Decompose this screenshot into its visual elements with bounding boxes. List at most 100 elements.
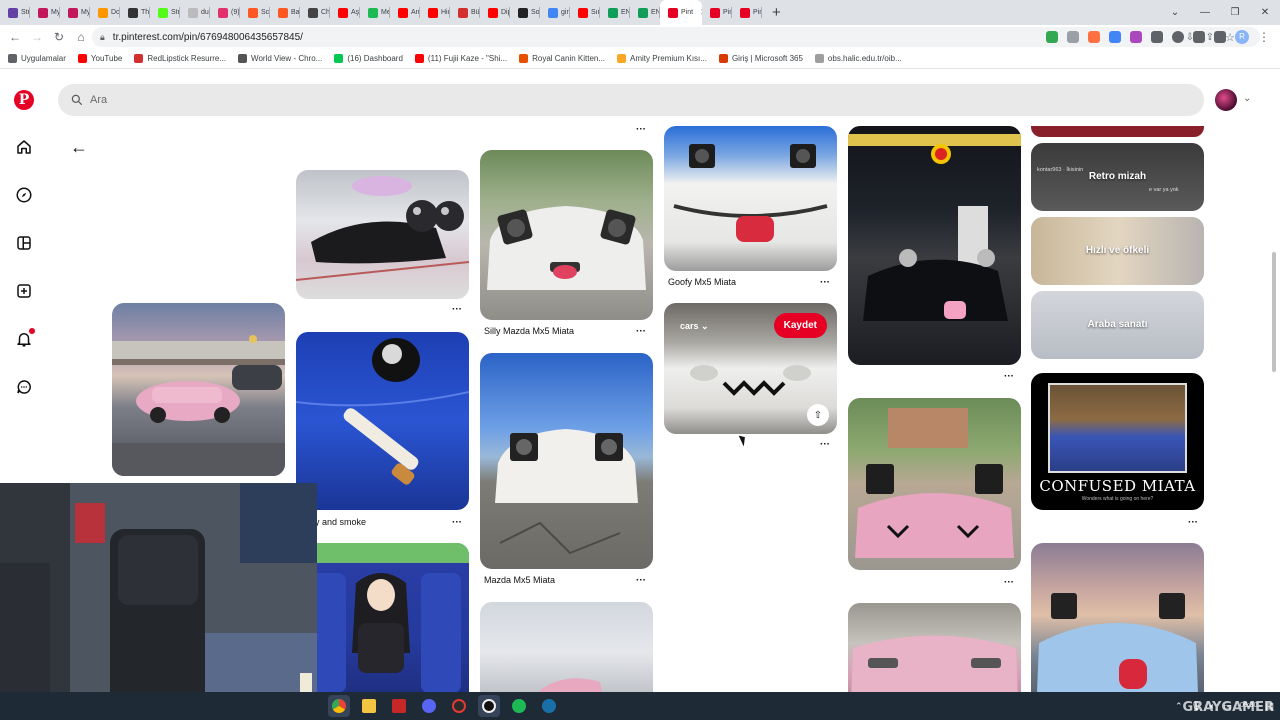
forward-arrow-icon[interactable]: → — [26, 30, 48, 44]
pin-confused-miata[interactable]: CONFUSED MIATA Wonders what is going on … — [1031, 373, 1204, 510]
browser-tab[interactable]: Pinte — [732, 0, 762, 25]
new-tab-icon[interactable]: + — [762, 4, 791, 21]
chrome-icon[interactable] — [328, 695, 350, 717]
save-button[interactable]: Kaydet — [773, 313, 827, 338]
browser-tab[interactable]: Mer — [360, 0, 390, 25]
spotify-icon[interactable] — [508, 695, 530, 717]
profile-avatar[interactable]: R — [1235, 30, 1249, 44]
pin-options-icon[interactable]: ··· — [1004, 371, 1014, 382]
close-window-icon[interactable]: ✕ — [1250, 7, 1280, 18]
pin-pink-miata-lot[interactable] — [480, 602, 653, 692]
pin-white-miata-tongue[interactable] — [664, 126, 837, 271]
pin-options-icon[interactable]: ··· — [452, 304, 462, 315]
lock-icon[interactable]: 🔒︎ — [100, 32, 105, 43]
pin-pink-miata-house[interactable] — [848, 398, 1021, 570]
browser-tab[interactable]: Anne — [390, 0, 420, 25]
pin-anime-bus-seat[interactable] — [296, 543, 469, 692]
kebab-menu-icon[interactable]: ⋮ — [1258, 30, 1270, 44]
bookmark-item[interactable]: Giriş | Microsoft 365 — [718, 54, 803, 63]
bookmark-item[interactable]: Amity Premium Kısı... — [617, 54, 707, 63]
back-arrow-icon[interactable]: ← — [70, 137, 88, 158]
browser-tab[interactable]: Pinte — [702, 0, 732, 25]
home-icon[interactable] — [14, 137, 34, 157]
browser-tab[interactable]: My F — [30, 0, 60, 25]
discord-icon[interactable] — [418, 695, 440, 717]
browser-tab[interactable]: The — [120, 0, 150, 25]
pin-pink-skyline[interactable] — [848, 603, 1021, 692]
search-input[interactable]: Ara — [58, 84, 1204, 116]
file-explorer-icon[interactable] — [358, 695, 380, 717]
reload-icon[interactable]: ↻ — [48, 30, 70, 44]
obs-icon[interactable] — [478, 695, 500, 717]
create-plus-icon[interactable] — [14, 281, 34, 301]
pin-white-miata-teeth-hovered[interactable]: cars ⌄ Kaydet ⇧ — [664, 303, 837, 434]
bookmark-item[interactable]: (16) Dashboard — [334, 54, 403, 63]
browser-tab[interactable]: Bara — [270, 0, 300, 25]
pin-red-top[interactable] — [1031, 126, 1204, 137]
user-avatar[interactable] — [1215, 89, 1237, 111]
extension-icon[interactable] — [1109, 31, 1121, 43]
pin-black-miata-shell-station[interactable] — [848, 126, 1021, 365]
bookmark-item[interactable]: YouTube — [77, 54, 122, 63]
pin-pink-miata-gas-station[interactable] — [112, 303, 285, 476]
pin-title[interactable]: ry and smoke — [312, 517, 366, 527]
extension-icon[interactable] — [1088, 31, 1100, 43]
pin-options-icon[interactable]: ··· — [820, 277, 830, 288]
page-scrollbar[interactable] — [1272, 252, 1276, 372]
browser-tab[interactable]: Aşk — [330, 0, 360, 25]
steam-icon[interactable] — [538, 695, 560, 717]
pin-options-icon[interactable]: ··· — [1188, 517, 1198, 528]
bookmark-item[interactable]: RedLipstick Resurre... — [134, 54, 226, 63]
browser-tab[interactable]: My F — [60, 0, 90, 25]
pin-options-icon[interactable]: ··· — [636, 326, 646, 337]
pin-title[interactable]: Goofy Mx5 Miata — [668, 277, 736, 287]
pin-blue-miata-cigarette[interactable] — [296, 332, 469, 510]
sidebar-icon[interactable] — [1214, 31, 1226, 43]
puzzle-extensions-icon[interactable] — [1151, 31, 1163, 43]
browser-tab[interactable]: Chat — [300, 0, 330, 25]
pin-options-icon[interactable]: ··· — [1004, 577, 1014, 588]
chevron-up-icon[interactable]: ⌃ — [1175, 701, 1183, 712]
bookmark-item[interactable]: (11) Fujii Kaze - "Shi... — [414, 54, 507, 63]
pin-blue-miata-tongue[interactable] — [1031, 543, 1204, 692]
browser-tab[interactable]: Sou — [510, 0, 540, 25]
back-arrow-icon[interactable]: ← — [4, 30, 26, 44]
browser-tab[interactable]: giris — [540, 0, 570, 25]
browser-tab[interactable]: Dipt — [480, 0, 510, 25]
extension-icon[interactable] — [1067, 31, 1079, 43]
bookmark-item[interactable]: Royal Canin Kitten... — [519, 54, 605, 63]
browser-tab[interactable]: EN I — [630, 0, 660, 25]
board-name[interactable]: cars — [680, 321, 699, 331]
messages-icon[interactable] — [14, 377, 34, 397]
address-url[interactable]: tr.pinterest.com/pin/676948006435657845/ — [113, 32, 303, 43]
minimize-icon[interactable]: — — [1190, 7, 1220, 18]
browser-tab[interactable]: Strip — [0, 0, 30, 25]
extension-icon[interactable] — [1130, 31, 1142, 43]
pin-hizli-ve-ofkeli[interactable]: Hızlı ve öfkeli — [1031, 217, 1204, 285]
bookmark-item[interactable]: World View - Chro... — [238, 54, 322, 63]
browser-tab[interactable]: EN I — [600, 0, 630, 25]
browser-tab[interactable]: Pint✕ — [660, 0, 702, 25]
shield-extension-icon[interactable] — [1046, 31, 1058, 43]
pin-title[interactable]: Silly Mazda Mx5 Miata — [484, 326, 574, 336]
explore-compass-icon[interactable] — [14, 185, 34, 205]
home-icon[interactable]: ⌂ — [70, 30, 92, 44]
tab-search-icon[interactable]: ⌄ — [1160, 7, 1190, 18]
pin-retro-mizah[interactable]: kontar963 · İkisinin e var ya yok Retro … — [1031, 143, 1204, 211]
download-icon[interactable] — [1193, 31, 1205, 43]
bookmark-item[interactable]: obs.halic.edu.tr/oib... — [814, 54, 902, 63]
pin-options-icon[interactable]: ··· — [820, 439, 830, 450]
pinterest-logo-icon[interactable]: P — [14, 90, 34, 110]
board-selector[interactable]: cars ⌄ — [680, 321, 709, 332]
maximize-icon[interactable]: ❐ — [1220, 7, 1250, 18]
pin-title[interactable]: Mazda Mx5 Miata — [484, 575, 555, 585]
browser-tab[interactable]: Schv — [240, 0, 270, 25]
share-upload-icon[interactable]: ⇧ — [807, 404, 829, 426]
browser-tab[interactable]: Sıra — [570, 0, 600, 25]
boards-icon[interactable] — [14, 233, 34, 253]
app-icon[interactable] — [448, 695, 470, 717]
app-icon[interactable] — [388, 695, 410, 717]
browser-tab[interactable]: Don — [90, 0, 120, 25]
bookmark-item[interactable]: Uygulamalar — [8, 54, 66, 63]
pin-araba-sanati[interactable]: Araba sanatı — [1031, 291, 1204, 359]
